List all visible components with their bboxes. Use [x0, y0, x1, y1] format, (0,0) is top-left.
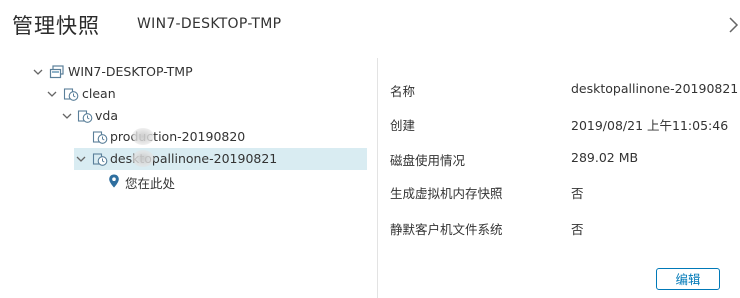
redaction-blur	[132, 150, 154, 167]
memory-snapshot-label: 生成虚拟机内存快照	[390, 186, 503, 201]
quiesce-value: 否	[571, 222, 584, 237]
chevron-down-icon[interactable]	[32, 66, 44, 78]
chevron-down-icon[interactable]	[75, 153, 87, 165]
tree-node-current: 您在此处	[106, 170, 266, 192]
snapshot-icon	[92, 153, 108, 166]
redaction-blur	[132, 128, 154, 145]
snapshot-icon	[63, 88, 79, 101]
created-label: 创建	[390, 118, 416, 133]
tree-label-root: WIN7-DESKTOP-TMP	[68, 64, 193, 79]
tree-node-root[interactable]: WIN7-DESKTOP-TMP	[30, 61, 270, 83]
tree-label-current: 您在此处	[125, 176, 176, 191]
created-value: 2019/08/21 上午11:05:46	[571, 118, 729, 133]
name-value: desktopallinone-20190821	[571, 81, 739, 96]
tree-node-vda[interactable]: vda	[59, 105, 259, 127]
chevron-down-icon[interactable]	[46, 88, 58, 100]
chevron-right-icon[interactable]	[727, 16, 740, 34]
chevron-down-icon[interactable]	[61, 110, 73, 122]
memory-snapshot-value: 否	[571, 186, 584, 201]
tree-node-desktopallinone[interactable]: desktopallinone-20190821	[74, 148, 367, 170]
tree-label-production: production-20190820	[110, 129, 246, 144]
vm-icon	[49, 65, 64, 79]
page-title: 管理快照	[12, 14, 100, 38]
snapshot-icon	[92, 131, 108, 144]
vm-name: WIN7-DESKTOP-TMP	[137, 16, 282, 32]
name-label: 名称	[390, 84, 416, 99]
panel-divider	[377, 58, 378, 298]
location-pin-icon	[109, 174, 119, 188]
disk-usage-value: 289.02 MB	[571, 150, 639, 165]
quiesce-label: 静默客户机文件系统	[390, 222, 503, 237]
tree-node-production[interactable]: production-20190820	[88, 126, 288, 148]
edit-button[interactable]: 编辑	[656, 268, 720, 290]
snapshot-icon	[77, 110, 93, 123]
tree-node-clean[interactable]: clean	[44, 83, 244, 105]
disk-usage-label: 磁盘使用情况	[390, 153, 466, 168]
tree-label-clean: clean	[82, 86, 116, 101]
tree-label-vda: vda	[95, 108, 118, 123]
